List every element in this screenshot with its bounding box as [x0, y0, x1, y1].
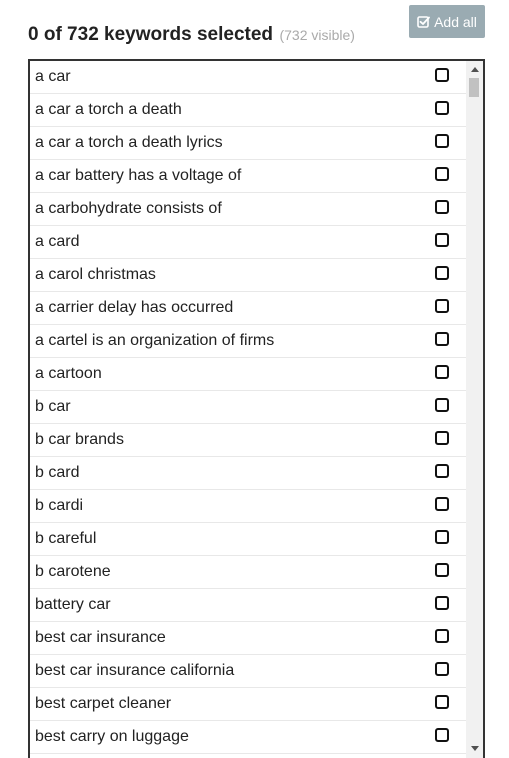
keyword-checkbox[interactable] [435, 530, 449, 544]
keyword-checkbox[interactable] [435, 332, 449, 346]
keyword-label: best car insurance california [35, 662, 235, 679]
keyword-checkbox[interactable] [435, 695, 449, 709]
scroll-down-arrow-icon[interactable] [466, 740, 483, 756]
keyword-list[interactable]: a car a car a torch a death a car a torch … [28, 59, 485, 758]
keyword-label: b car [35, 398, 71, 415]
scroll-up-arrow-icon[interactable] [466, 61, 483, 77]
keyword-label: a carbohydrate consists of [35, 200, 222, 217]
keyword-checkbox[interactable] [435, 728, 449, 742]
keyword-row[interactable]: a carrier delay has occurred [30, 292, 466, 325]
keyword-row[interactable]: battery car [30, 589, 466, 622]
keyword-label: b careful [35, 530, 97, 547]
keyword-checkbox[interactable] [435, 662, 449, 676]
keyword-row[interactable]: b card [30, 457, 466, 490]
keyword-checkbox[interactable] [435, 233, 449, 247]
keyword-row[interactable]: a card [30, 226, 466, 259]
keyword-checkbox[interactable] [435, 299, 449, 313]
keyword-checkbox[interactable] [435, 365, 449, 379]
keyword-checkbox[interactable] [435, 68, 449, 82]
keyword-label: a cartoon [35, 365, 102, 382]
keyword-checkbox[interactable] [435, 167, 449, 181]
add-all-label: Add all [434, 13, 477, 30]
keyword-row[interactable]: a car [30, 61, 466, 94]
keyword-label: b card [35, 464, 80, 481]
add-all-button[interactable]: Add all [409, 5, 485, 38]
keyword-row[interactable]: a car battery has a voltage of [30, 160, 466, 193]
keyword-checkbox[interactable] [435, 266, 449, 280]
visible-count: (732 visible) [279, 27, 355, 43]
keyword-checkbox[interactable] [435, 596, 449, 610]
keyword-label: a car battery has a voltage of [35, 167, 242, 184]
keyword-row[interactable]: best car insurance [30, 622, 466, 655]
keyword-row[interactable]: best car insurance california [30, 655, 466, 688]
keyword-row[interactable]: b cardi [30, 490, 466, 523]
keyword-checkbox[interactable] [435, 431, 449, 445]
keyword-row[interactable]: best carry on luggage [30, 721, 466, 754]
selection-header: 0 of 732 keywords selected (732 visible) [28, 24, 355, 46]
scroll-thumb[interactable] [469, 78, 479, 97]
keyword-label: a cartel is an organization of firms [35, 332, 275, 349]
keyword-label: best carpet cleaner [35, 695, 172, 712]
keyword-row[interactable]: b car brands [30, 424, 466, 457]
vertical-scrollbar[interactable] [466, 61, 483, 758]
keyword-label: b cardi [35, 497, 84, 514]
check-square-icon [417, 15, 430, 28]
keyword-row[interactable]: b careful [30, 523, 466, 556]
keyword-label: battery car [35, 596, 111, 613]
keyword-row[interactable]: a cartoon [30, 358, 466, 391]
keyword-label: b car brands [35, 431, 124, 448]
keyword-checkbox[interactable] [435, 563, 449, 577]
keyword-checkbox[interactable] [435, 464, 449, 478]
keyword-checkbox[interactable] [435, 200, 449, 214]
keyword-row[interactable]: a cartel is an organization of firms [30, 325, 466, 358]
keyword-row[interactable]: b car [30, 391, 466, 424]
keyword-checkbox[interactable] [435, 101, 449, 115]
keyword-label: best car insurance [35, 629, 166, 646]
keyword-rows: a car a car a torch a death a car a torch … [30, 61, 466, 754]
keyword-label: a carrier delay has occurred [35, 299, 234, 316]
keyword-checkbox[interactable] [435, 398, 449, 412]
keyword-row[interactable]: b carotene [30, 556, 466, 589]
keyword-label: a carol christmas [35, 266, 156, 283]
keyword-row[interactable]: a car a torch a death [30, 94, 466, 127]
keyword-row[interactable]: best carpet cleaner [30, 688, 466, 721]
selection-count-title: 0 of 732 keywords selected [28, 24, 274, 45]
keyword-label: best carry on luggage [35, 728, 189, 745]
keyword-label: a car a torch a death lyrics [35, 134, 223, 151]
keyword-row[interactable]: a carol christmas [30, 259, 466, 292]
keyword-label: a card [35, 233, 80, 250]
keyword-label: a car [35, 68, 71, 85]
keyword-label: a car a torch a death [35, 101, 182, 118]
keyword-checkbox[interactable] [435, 629, 449, 643]
keyword-checkbox[interactable] [435, 134, 449, 148]
keyword-label: b carotene [35, 563, 111, 580]
keyword-row[interactable]: a car a torch a death lyrics [30, 127, 466, 160]
keyword-row[interactable]: a carbohydrate consists of [30, 193, 466, 226]
keyword-checkbox[interactable] [435, 497, 449, 511]
